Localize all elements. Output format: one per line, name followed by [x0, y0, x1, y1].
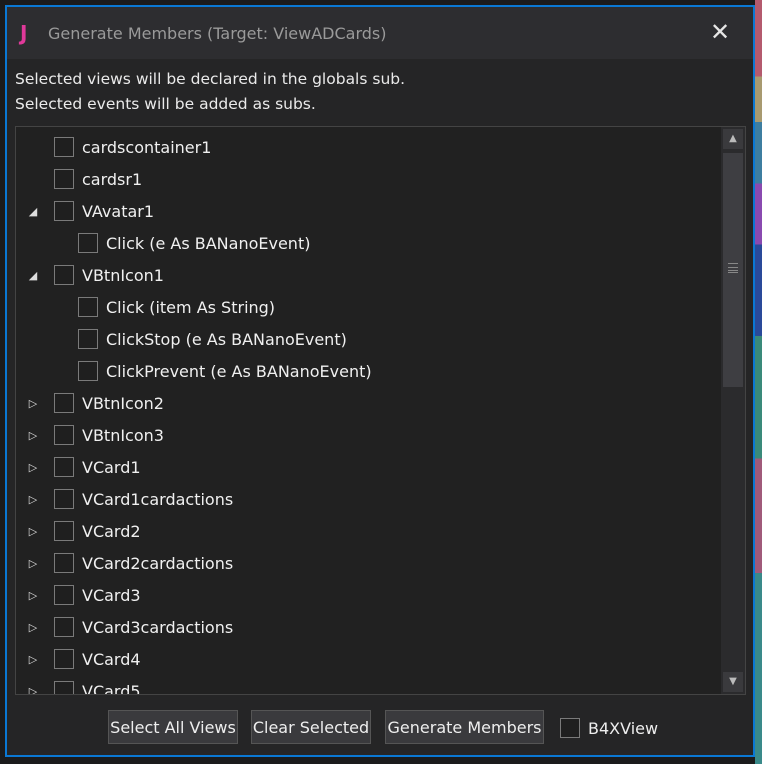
tree-item-label: VCard1cardactions — [82, 489, 234, 509]
checkbox[interactable] — [54, 393, 74, 413]
tree-item-label: ClickStop (e As BANanoEvent) — [106, 329, 347, 349]
expanded-arrow-icon[interactable]: ◢ — [26, 269, 40, 282]
tree-item[interactable]: ▷ VBtnIcon2 — [26, 387, 164, 419]
tree-item[interactable]: ◢ VAvatar1 — [26, 195, 154, 227]
tree-item[interactable]: ▷ VCard1 — [26, 451, 141, 483]
tree-item-label: VCard4 — [82, 649, 141, 669]
generate-members-dialog: J Generate Members (Target: ViewADCards)… — [5, 5, 755, 757]
tree-item-label: Click (e As BANanoEvent) — [106, 233, 311, 253]
scroll-up-icon[interactable]: ▲ — [723, 129, 743, 149]
tree-item[interactable]: Click (item As String) — [78, 291, 275, 323]
tree-item[interactable]: Click (e As BANanoEvent) — [78, 227, 310, 259]
tree-item[interactable]: ClickPrevent (e As BANanoEvent) — [78, 355, 372, 387]
tree-item[interactable]: ▷ VCard3cardactions — [26, 611, 233, 643]
info-line: Selected views will be declared in the g… — [15, 70, 406, 88]
background-window — [755, 0, 762, 764]
collapsed-arrow-icon[interactable]: ▷ — [26, 461, 40, 474]
tree-item-label: VBtnIcon1 — [82, 265, 164, 285]
select-all-views-button[interactable]: Select All Views — [108, 710, 238, 744]
tree-item-label: Click (item As String) — [106, 297, 276, 317]
info-text: Selected views will be declared in the g… — [15, 67, 405, 117]
vertical-scrollbar[interactable]: ▲ ▼ — [721, 127, 745, 694]
checkbox[interactable] — [54, 617, 74, 637]
collapsed-arrow-icon[interactable]: ▷ — [26, 557, 40, 570]
members-tree: ▷ VCard5 ▷ VCard4 ▷ VCard3cardactions ▷ VCard3 ▷… — [15, 126, 746, 695]
tree-item-label: VCard1 — [82, 457, 141, 477]
grip-icon — [728, 263, 738, 273]
tree-item-label: VCard3cardactions — [82, 617, 234, 637]
info-line: Selected events will be added as subs. — [15, 95, 316, 113]
collapsed-arrow-icon[interactable]: ▷ — [26, 653, 40, 666]
tree-item-label: VCard2 — [82, 521, 141, 541]
checkbox[interactable] — [54, 201, 74, 221]
checkbox[interactable] — [54, 137, 74, 157]
tree-item-label: VBtnIcon3 — [82, 425, 164, 445]
b4xview-checkbox[interactable]: B4XView — [560, 718, 658, 738]
tree-item[interactable]: cardsr1 — [26, 163, 142, 195]
tree-item[interactable]: ▷ VCard1cardactions — [26, 483, 233, 515]
checkbox[interactable] — [54, 585, 74, 605]
dialog-title: Generate Members (Target: ViewADCards) — [48, 23, 387, 43]
tree-item[interactable]: ▷ VCard3 — [26, 579, 141, 611]
tree-item-label: VCard5 — [82, 681, 141, 695]
close-icon[interactable]: ✕ — [707, 19, 733, 45]
checkbox[interactable] — [78, 361, 98, 381]
collapsed-arrow-icon[interactable]: ▷ — [26, 397, 40, 410]
scroll-thumb[interactable] — [723, 153, 743, 387]
title-bar: J Generate Members (Target: ViewADCards)… — [7, 7, 753, 59]
tree-item[interactable]: ◢ VBtnIcon1 — [26, 259, 164, 291]
collapsed-arrow-icon[interactable]: ▷ — [26, 589, 40, 602]
checkbox[interactable] — [78, 297, 98, 317]
generate-members-button[interactable]: Generate Members — [385, 710, 544, 744]
collapsed-arrow-icon[interactable]: ▷ — [26, 621, 40, 634]
checkbox[interactable] — [54, 553, 74, 573]
tree-item[interactable]: cardscontainer1 — [26, 131, 211, 163]
tree-item[interactable]: ▷ VCard2cardactions — [26, 547, 233, 579]
tree-item[interactable]: ▷ VCard4 — [26, 643, 141, 675]
scroll-down-icon[interactable]: ▼ — [723, 672, 743, 692]
tree-item[interactable]: ▷ VBtnIcon3 — [26, 419, 164, 451]
b4xview-label: B4XView — [588, 718, 659, 738]
tree-item-label: ClickPrevent (e As BANanoEvent) — [106, 361, 372, 381]
tree-item-label: VAvatar1 — [82, 201, 155, 221]
checkbox[interactable] — [54, 521, 74, 541]
collapsed-arrow-icon[interactable]: ▷ — [26, 429, 40, 442]
checkbox[interactable] — [54, 681, 74, 694]
checkbox[interactable] — [54, 169, 74, 189]
collapsed-arrow-icon[interactable]: ▷ — [26, 685, 40, 695]
tree-item[interactable]: ▷ VCard2 — [26, 515, 141, 547]
tree-item-label: VCard2cardactions — [82, 553, 234, 573]
tree-item[interactable]: ClickStop (e As BANanoEvent) — [78, 323, 347, 355]
checkbox[interactable] — [78, 329, 98, 349]
checkbox[interactable] — [54, 649, 74, 669]
clear-selected-button[interactable]: Clear Selected — [251, 710, 371, 744]
checkbox[interactable] — [78, 233, 98, 253]
checkbox[interactable] — [560, 718, 580, 738]
checkbox[interactable] — [54, 265, 74, 285]
collapsed-arrow-icon[interactable]: ▷ — [26, 525, 40, 538]
tree-item-label: VBtnIcon2 — [82, 393, 164, 413]
app-logo: J — [20, 21, 28, 45]
expanded-arrow-icon[interactable]: ◢ — [26, 205, 40, 218]
checkbox[interactable] — [54, 457, 74, 477]
checkbox[interactable] — [54, 425, 74, 445]
tree-item-label: cardscontainer1 — [82, 137, 212, 157]
collapsed-arrow-icon[interactable]: ▷ — [26, 493, 40, 506]
tree-item-label: VCard3 — [82, 585, 141, 605]
tree-item-label: cardsr1 — [82, 169, 143, 189]
tree-item[interactable]: ▷ VCard5 — [26, 675, 141, 695]
checkbox[interactable] — [54, 489, 74, 509]
